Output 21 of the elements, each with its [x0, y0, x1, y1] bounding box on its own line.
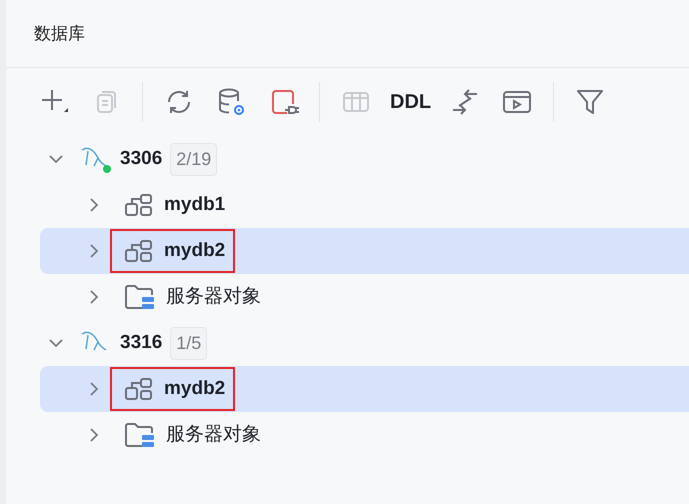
tree-item[interactable]: mydb1 — [40, 182, 689, 228]
item-label: 服务器对象 — [166, 284, 261, 309]
connection-name: 3306 — [120, 146, 162, 171]
ddl-button[interactable]: DDL — [386, 82, 436, 122]
count-badge: 1/5 — [170, 326, 208, 360]
schema-icon — [124, 238, 154, 264]
tree-item[interactable]: 服务器对象 — [40, 274, 689, 320]
schema-icon — [124, 192, 154, 218]
item-label: 服务器对象 — [166, 422, 261, 447]
item-label: mydb1 — [164, 192, 226, 217]
schema-icon — [124, 376, 154, 402]
connection-name: 3316 — [120, 330, 162, 355]
item-label: mydb2 — [164, 238, 226, 263]
folder-server-icon — [124, 421, 156, 449]
tree-item[interactable]: mydb2 — [40, 228, 689, 274]
count-badge: 2/19 — [170, 142, 218, 176]
tree-item[interactable]: 服务器对象 — [40, 412, 689, 458]
tree-item[interactable]: mydb2 — [40, 366, 689, 412]
folder-server-icon — [124, 283, 156, 311]
panel-title: 数据库 — [34, 22, 85, 45]
item-label: mydb2 — [164, 376, 226, 401]
